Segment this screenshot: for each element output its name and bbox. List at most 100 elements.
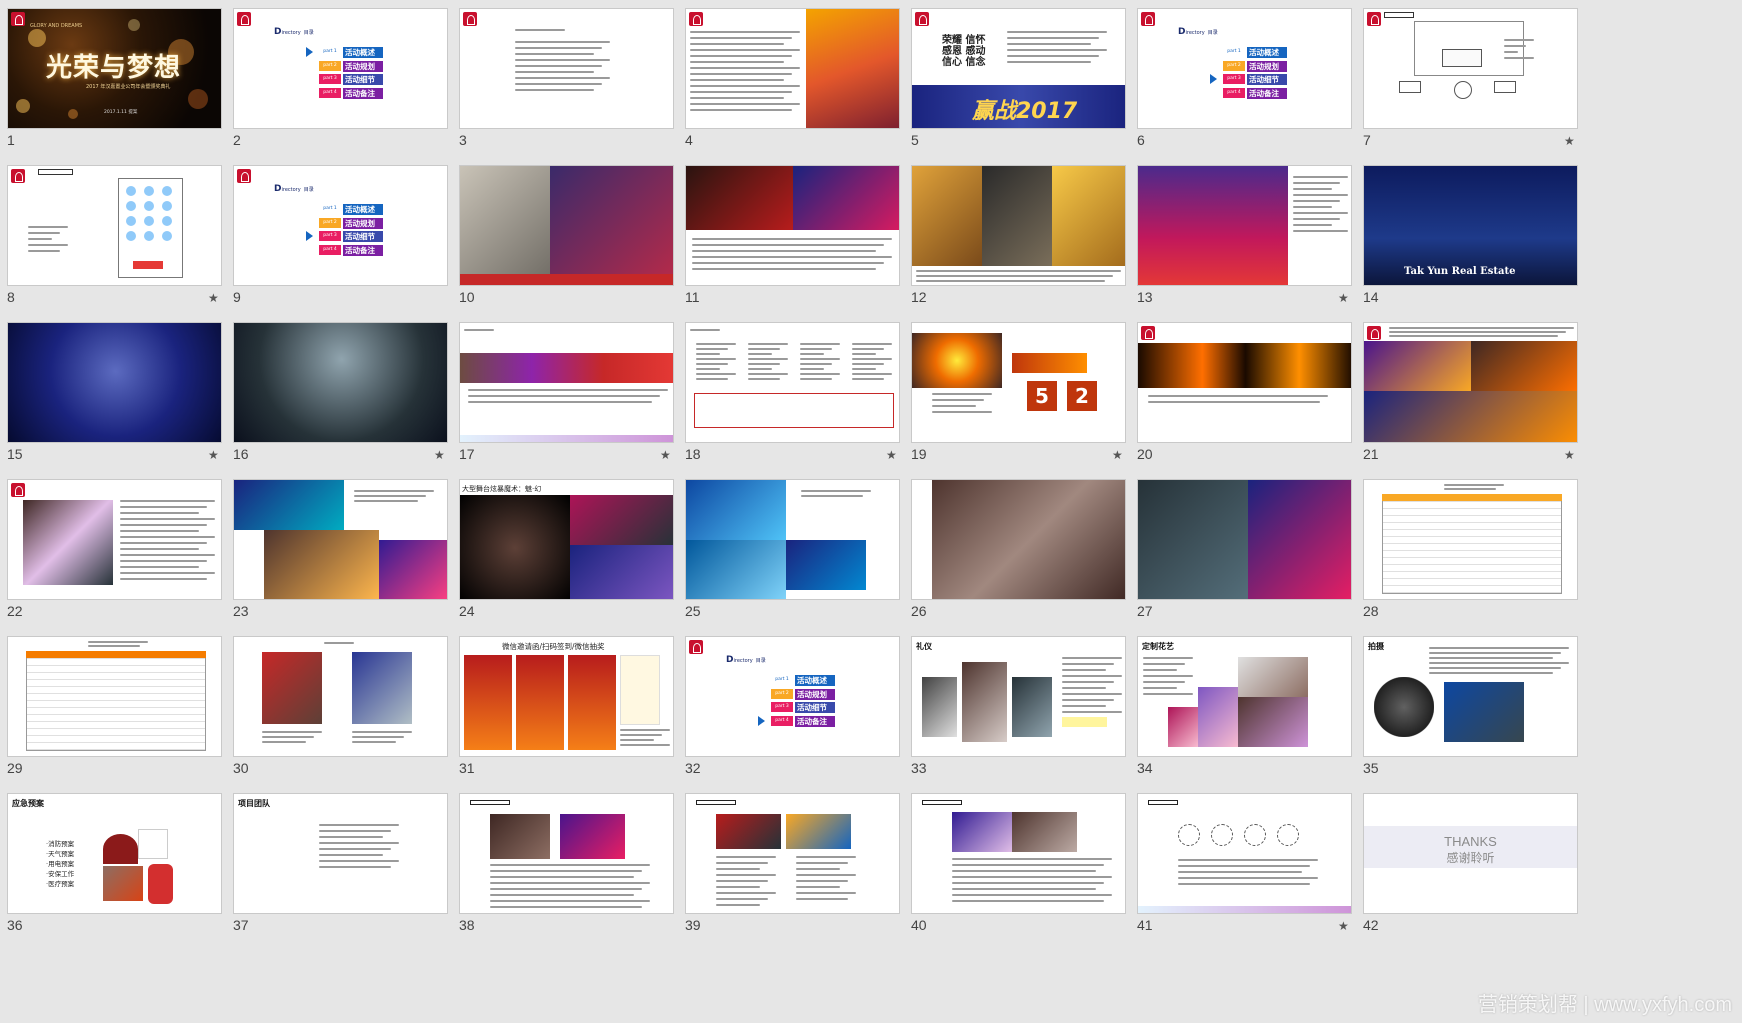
slide-thumbnail[interactable] bbox=[1363, 322, 1578, 443]
slide-thumbnail[interactable] bbox=[233, 479, 448, 600]
slide-cell[interactable]: 7 ★ bbox=[1356, 0, 1586, 148]
slide-cell[interactable]: 38 bbox=[452, 785, 682, 933]
directory-row[interactable]: part 1 活动概述 bbox=[771, 675, 857, 686]
slide-thumbnail[interactable] bbox=[233, 636, 448, 757]
slide-thumbnail[interactable] bbox=[233, 322, 448, 443]
slide-thumbnail[interactable] bbox=[685, 793, 900, 914]
slide-thumbnail[interactable] bbox=[1137, 793, 1352, 914]
slide-thumbnail[interactable] bbox=[7, 479, 222, 600]
slide-cell[interactable]: 22 bbox=[0, 471, 230, 619]
slide-cell[interactable]: GLORY AND DREAMS 光荣与梦想 2017 年汉嘉置业公司年会暨颁奖典礼… bbox=[0, 0, 230, 148]
slide-cell[interactable]: 40 bbox=[904, 785, 1134, 933]
directory-row[interactable]: part 1 活动概述 bbox=[319, 204, 405, 215]
slide-cell[interactable]: 12 bbox=[904, 157, 1134, 305]
slide-thumbnail[interactable]: THANKS 感谢聆听 bbox=[1363, 793, 1578, 914]
slide-cell[interactable]: Directory 目录 part 1 活动概述 part 2 活动规划 part 3 活动细… bbox=[678, 628, 908, 776]
slide-thumbnail[interactable]: 52 bbox=[911, 322, 1126, 443]
slide-cell[interactable]: 27 bbox=[1130, 471, 1360, 619]
slide-cell[interactable]: 5 2 19 ★ bbox=[904, 314, 1134, 462]
slide-thumbnail[interactable] bbox=[7, 636, 222, 757]
slide-cell[interactable]: 30 bbox=[226, 628, 456, 776]
slide-thumbnail[interactable]: 应急预案 ·消防预案 ·天气预案 ·用电预案 ·安保工作 ·医疗预案 bbox=[7, 793, 222, 914]
slide-thumbnail[interactable]: 微信邀请函/扫码签到/微信抽奖 bbox=[459, 636, 674, 757]
slide-cell[interactable]: 29 bbox=[0, 628, 230, 776]
slide-thumbnail[interactable]: 项目团队 bbox=[233, 793, 448, 914]
slide-cell[interactable]: 微信邀请函/扫码签到/微信抽奖 31 bbox=[452, 628, 682, 776]
slide-thumbnail[interactable]: GLORY AND DREAMS 光荣与梦想 2017 年汉嘉置业公司年会暨颁奖典礼… bbox=[7, 8, 222, 129]
directory-row[interactable]: part 2 活动规划 bbox=[319, 60, 405, 72]
directory-row[interactable]: part 4 活动备注 bbox=[319, 87, 405, 99]
slide-thumbnail[interactable] bbox=[685, 479, 900, 600]
slide-thumbnail[interactable] bbox=[1137, 165, 1352, 286]
slide-thumbnail[interactable]: Directory 目录 part 1 活动概述 part 2 活动规划 part 3 活动细… bbox=[233, 8, 448, 129]
slide-cell[interactable]: 4 bbox=[678, 0, 908, 148]
slide-cell[interactable]: 10 bbox=[452, 157, 682, 305]
directory-row[interactable]: part 4 活动备注 bbox=[1223, 87, 1309, 99]
slide-cell[interactable]: 23 bbox=[226, 471, 456, 619]
slide-thumbnail[interactable] bbox=[7, 165, 222, 286]
slide-thumbnail[interactable]: 荣耀 信怀 感恩 感动 信心 信念 赢战2017 bbox=[911, 8, 1126, 129]
slide-cell[interactable]: 18 ★ bbox=[678, 314, 908, 462]
slide-thumbnail[interactable] bbox=[911, 165, 1126, 286]
slide-thumbnail[interactable] bbox=[1363, 8, 1578, 129]
slide-thumbnail[interactable] bbox=[459, 165, 674, 286]
slide-cell[interactable]: 17 ★ bbox=[452, 314, 682, 462]
slide-cell[interactable]: 大型舞台炫暴魔术：魅·幻 24 bbox=[452, 471, 682, 619]
slide-thumbnail[interactable]: 定制花艺 bbox=[1137, 636, 1352, 757]
slide-thumbnail[interactable]: Directory 目录 part 1 活动概述 part 2 活动规划 part 3 活动细… bbox=[233, 165, 448, 286]
slide-cell[interactable]: 应急预案 ·消防预案 ·天气预案 ·用电预案 ·安保工作 ·医疗预案 36 bbox=[0, 785, 230, 933]
slide-cell[interactable]: Directory 目录 part 1 活动概述 part 2 活动规划 part 3 活动细… bbox=[1130, 0, 1360, 148]
slide-cell[interactable]: 8 ★ bbox=[0, 157, 230, 305]
slide-thumbnail[interactable]: 礼仪 bbox=[911, 636, 1126, 757]
slide-cell[interactable]: 3 bbox=[452, 0, 682, 148]
slide-thumbnail[interactable]: Tak Yun Real Estate bbox=[1363, 165, 1578, 286]
slide-thumbnail[interactable] bbox=[685, 8, 900, 129]
slide-cell[interactable]: 13 ★ bbox=[1130, 157, 1360, 305]
directory-row[interactable]: part 3 活动细节 bbox=[1223, 74, 1309, 85]
directory-row[interactable]: part 2 活动规划 bbox=[1223, 60, 1309, 72]
slide-cell[interactable]: 26 bbox=[904, 471, 1134, 619]
slide-thumbnail[interactable]: Directory 目录 part 1 活动概述 part 2 活动规划 part 3 活动细… bbox=[685, 636, 900, 757]
slide-thumbnail[interactable] bbox=[7, 322, 222, 443]
slide-thumbnail[interactable] bbox=[1137, 479, 1352, 600]
slide-thumbnail[interactable] bbox=[459, 322, 674, 443]
slide-cell[interactable]: 项目团队 37 bbox=[226, 785, 456, 933]
slide-cell[interactable]: 定制花艺 34 bbox=[1130, 628, 1360, 776]
slide-cell[interactable]: THANKS 感谢聆听 42 bbox=[1356, 785, 1586, 933]
directory-row[interactable]: part 1 活动概述 bbox=[319, 47, 405, 58]
slide-cell[interactable]: Directory 目录 part 1 活动概述 part 2 活动规划 part 3 活动细… bbox=[226, 157, 456, 305]
directory-row[interactable]: part 2 活动规划 bbox=[319, 217, 405, 229]
slide-cell[interactable]: 拍摄 35 bbox=[1356, 628, 1586, 776]
slide-cell[interactable]: 20 bbox=[1130, 314, 1360, 462]
slide-cell[interactable]: 16 ★ bbox=[226, 314, 456, 462]
directory-row[interactable]: part 1 活动概述 bbox=[1223, 47, 1309, 58]
slide-cell[interactable]: 15 ★ bbox=[0, 314, 230, 462]
slide-cell[interactable]: 28 bbox=[1356, 471, 1586, 619]
slide-thumbnail[interactable] bbox=[911, 479, 1126, 600]
slide-thumbnail[interactable] bbox=[685, 165, 900, 286]
directory-row[interactable]: part 3 活动细节 bbox=[319, 74, 405, 85]
slide-cell[interactable]: 礼仪 33 bbox=[904, 628, 1134, 776]
slide-cell[interactable]: 21 ★ bbox=[1356, 314, 1586, 462]
slide-thumbnail[interactable]: Directory 目录 part 1 活动概述 part 2 活动规划 part 3 活动细… bbox=[1137, 8, 1352, 129]
directory-row[interactable]: part 3 活动细节 bbox=[771, 702, 857, 713]
slide-cell[interactable]: 25 bbox=[678, 471, 908, 619]
directory-row[interactable]: part 4 活动备注 bbox=[771, 715, 857, 727]
directory-row[interactable]: part 2 活动规划 bbox=[771, 688, 857, 700]
slide-cell[interactable]: 11 bbox=[678, 157, 908, 305]
slide-thumbnail[interactable] bbox=[459, 793, 674, 914]
slide-cell[interactable]: 荣耀 信怀 感恩 感动 信心 信念 赢战2017 5 bbox=[904, 0, 1134, 148]
slide-cell[interactable]: 39 bbox=[678, 785, 908, 933]
slide-thumbnail[interactable] bbox=[1137, 322, 1352, 443]
slide-thumbnail[interactable] bbox=[459, 8, 674, 129]
slide-thumbnail[interactable]: 拍摄 bbox=[1363, 636, 1578, 757]
slide-thumbnail[interactable] bbox=[685, 322, 900, 443]
directory-row[interactable]: part 3 活动细节 bbox=[319, 231, 405, 242]
slide-thumbnail[interactable] bbox=[911, 793, 1126, 914]
slide-cell[interactable]: Directory 目录 part 1 活动概述 part 2 活动规划 part 3 活动细… bbox=[226, 0, 456, 148]
slide-cell[interactable]: 41 ★ bbox=[1130, 785, 1360, 933]
slide-cell[interactable]: Tak Yun Real Estate 14 bbox=[1356, 157, 1586, 305]
directory-row[interactable]: part 4 活动备注 bbox=[319, 244, 405, 256]
slide-thumbnail[interactable]: 大型舞台炫暴魔术：魅·幻 bbox=[459, 479, 674, 600]
slide-thumbnail[interactable] bbox=[1363, 479, 1578, 600]
